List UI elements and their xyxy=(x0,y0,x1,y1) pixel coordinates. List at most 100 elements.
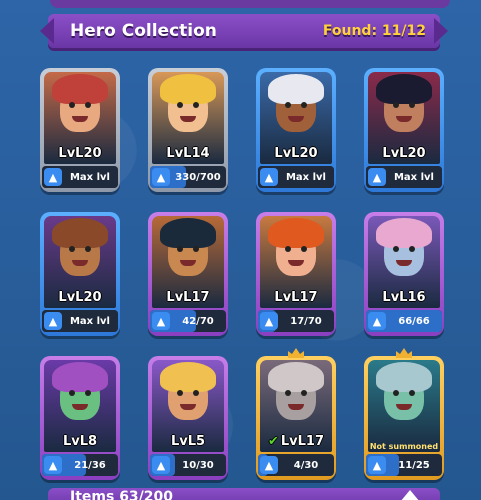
crown-icon xyxy=(396,348,412,358)
hero-portrait: LvL17 xyxy=(260,216,332,308)
hero-portrait: LvL20 xyxy=(44,216,116,308)
hero-level-text: LvL20 xyxy=(58,290,102,305)
hero-eye xyxy=(85,102,91,108)
upgrade-arrow-icon: ▲ xyxy=(152,168,170,186)
hero-portrait: LvL5 xyxy=(152,360,224,452)
hero-eye xyxy=(301,390,307,396)
hero-card[interactable]: LvL20 ▲ Max lvl xyxy=(40,68,120,192)
hero-eye xyxy=(393,102,399,108)
hero-eye xyxy=(393,390,399,396)
hero-progress-bar: ▲ 330/700 xyxy=(150,166,226,188)
hero-portrait: LvL20 xyxy=(44,72,116,164)
hero-level: LvL8 xyxy=(44,434,116,449)
hero-level-text: LvL17 xyxy=(274,290,318,305)
top-panel-edge xyxy=(50,0,450,8)
hero-level-text: LvL20 xyxy=(382,146,426,161)
hero-eye xyxy=(177,390,183,396)
hero-eye xyxy=(193,390,199,396)
hero-hair xyxy=(52,218,108,248)
hero-level: ✔ LvL17 xyxy=(260,434,332,449)
hero-eye xyxy=(193,246,199,252)
hero-eye xyxy=(409,390,415,396)
hero-collection-banner: Hero Collection Found: 11/12 xyxy=(48,14,440,48)
hero-card[interactable]: LvL14 ▲ 330/700 xyxy=(148,68,228,192)
items-banner: Items 63/200 xyxy=(48,488,440,500)
progress-text: Max lvl xyxy=(69,171,110,183)
hero-portrait xyxy=(368,360,440,452)
hero-portrait: LvL20 xyxy=(368,72,440,164)
hero-level: LvL14 xyxy=(152,146,224,161)
progress-text: 66/66 xyxy=(398,315,430,327)
crown-icon xyxy=(288,348,304,358)
progress-text: 11/25 xyxy=(398,459,430,471)
progress-text: 42/70 xyxy=(182,315,214,327)
hero-eye xyxy=(69,390,75,396)
checkmark-icon: ✔ xyxy=(267,434,279,449)
hero-level-text: LvL16 xyxy=(382,290,426,305)
hero-card[interactable]: ✔ LvL17 ▲ 4/30 xyxy=(256,348,336,480)
hero-portrait: LvL14 xyxy=(152,72,224,164)
hero-eye xyxy=(85,390,91,396)
hero-card[interactable]: LvL5 ▲ 10/30 xyxy=(148,356,228,480)
hero-hair xyxy=(268,218,324,248)
hero-hair xyxy=(52,362,108,392)
hero-card[interactable]: LvL20 ▲ Max lvl xyxy=(40,212,120,336)
hero-level-text: LvL5 xyxy=(170,434,206,449)
hero-card[interactable]: LvL17 ▲ 17/70 xyxy=(256,212,336,336)
hero-hair xyxy=(160,362,216,392)
upgrade-arrow-icon: ▲ xyxy=(152,312,170,330)
card-icon: ▲ xyxy=(260,168,278,186)
not-summoned-label: Not summoned xyxy=(369,442,439,451)
hero-level-text: LvL8 xyxy=(62,434,98,449)
hero-level: LvL17 xyxy=(152,290,224,305)
hero-eye xyxy=(69,246,75,252)
hero-eye xyxy=(285,246,291,252)
hero-eye xyxy=(301,102,307,108)
hero-level: LvL20 xyxy=(368,146,440,161)
hero-hair xyxy=(376,218,432,248)
upgrade-arrow-icon[interactable] xyxy=(400,490,420,500)
hero-level: LvL5 xyxy=(152,434,224,449)
hero-card[interactable]: LvL20 ▲ Max lvl xyxy=(256,68,336,192)
hero-progress-bar: ▲ 4/30 xyxy=(258,454,334,476)
hero-progress-bar: ▲ 10/30 xyxy=(150,454,226,476)
hero-progress-bar: ▲ 21/36 xyxy=(42,454,118,476)
hero-level-text: LvL20 xyxy=(58,146,102,161)
hero-card[interactable]: LvL17 ▲ 42/70 xyxy=(148,212,228,336)
hero-card[interactable]: LvL20 ▲ Max lvl xyxy=(364,68,444,192)
hero-card[interactable]: LvL16 ▲ 66/66 xyxy=(364,212,444,336)
hero-eye xyxy=(285,390,291,396)
hero-progress-bar: ▲ Max lvl xyxy=(258,166,334,188)
hero-level-text: LvL17 xyxy=(166,290,210,305)
hero-progress-bar: ▲ 17/70 xyxy=(258,310,334,332)
hero-eye xyxy=(409,102,415,108)
upgrade-arrow-icon: ▲ xyxy=(368,312,386,330)
hero-level-text: LvL14 xyxy=(166,146,210,161)
hero-card[interactable]: ▲ 11/25 Not summoned xyxy=(364,348,444,480)
progress-text: 330/700 xyxy=(175,171,221,183)
card-icon: ▲ xyxy=(368,168,386,186)
hero-level: LvL17 xyxy=(260,290,332,305)
upgrade-arrow-icon: ▲ xyxy=(152,456,170,474)
hero-hair xyxy=(376,74,432,104)
hero-eye xyxy=(193,102,199,108)
hero-eye xyxy=(69,102,75,108)
progress-text: 10/30 xyxy=(182,459,214,471)
hero-progress-bar: ▲ Max lvl xyxy=(366,166,442,188)
hero-hair xyxy=(160,218,216,248)
hero-portrait: LvL16 xyxy=(368,216,440,308)
card-icon: ▲ xyxy=(44,312,62,330)
hero-eye xyxy=(393,246,399,252)
hero-grid: LvL20 ▲ Max lvl LvL14 ▲ 330/700 LvL20 ▲ Max lvl L… xyxy=(40,68,444,480)
hero-eye xyxy=(177,102,183,108)
hero-hair xyxy=(160,74,216,104)
hero-eye xyxy=(409,246,415,252)
items-counter: Items 63/200 xyxy=(70,489,174,500)
hero-portrait: LvL20 xyxy=(260,72,332,164)
hero-card[interactable]: LvL8 ▲ 21/36 xyxy=(40,356,120,480)
hero-level-text: LvL20 xyxy=(274,146,318,161)
hero-hair xyxy=(268,74,324,104)
hero-progress-bar: ▲ Max lvl xyxy=(42,166,118,188)
found-counter: Found: 11/12 xyxy=(322,23,426,39)
hero-level: LvL20 xyxy=(44,146,116,161)
